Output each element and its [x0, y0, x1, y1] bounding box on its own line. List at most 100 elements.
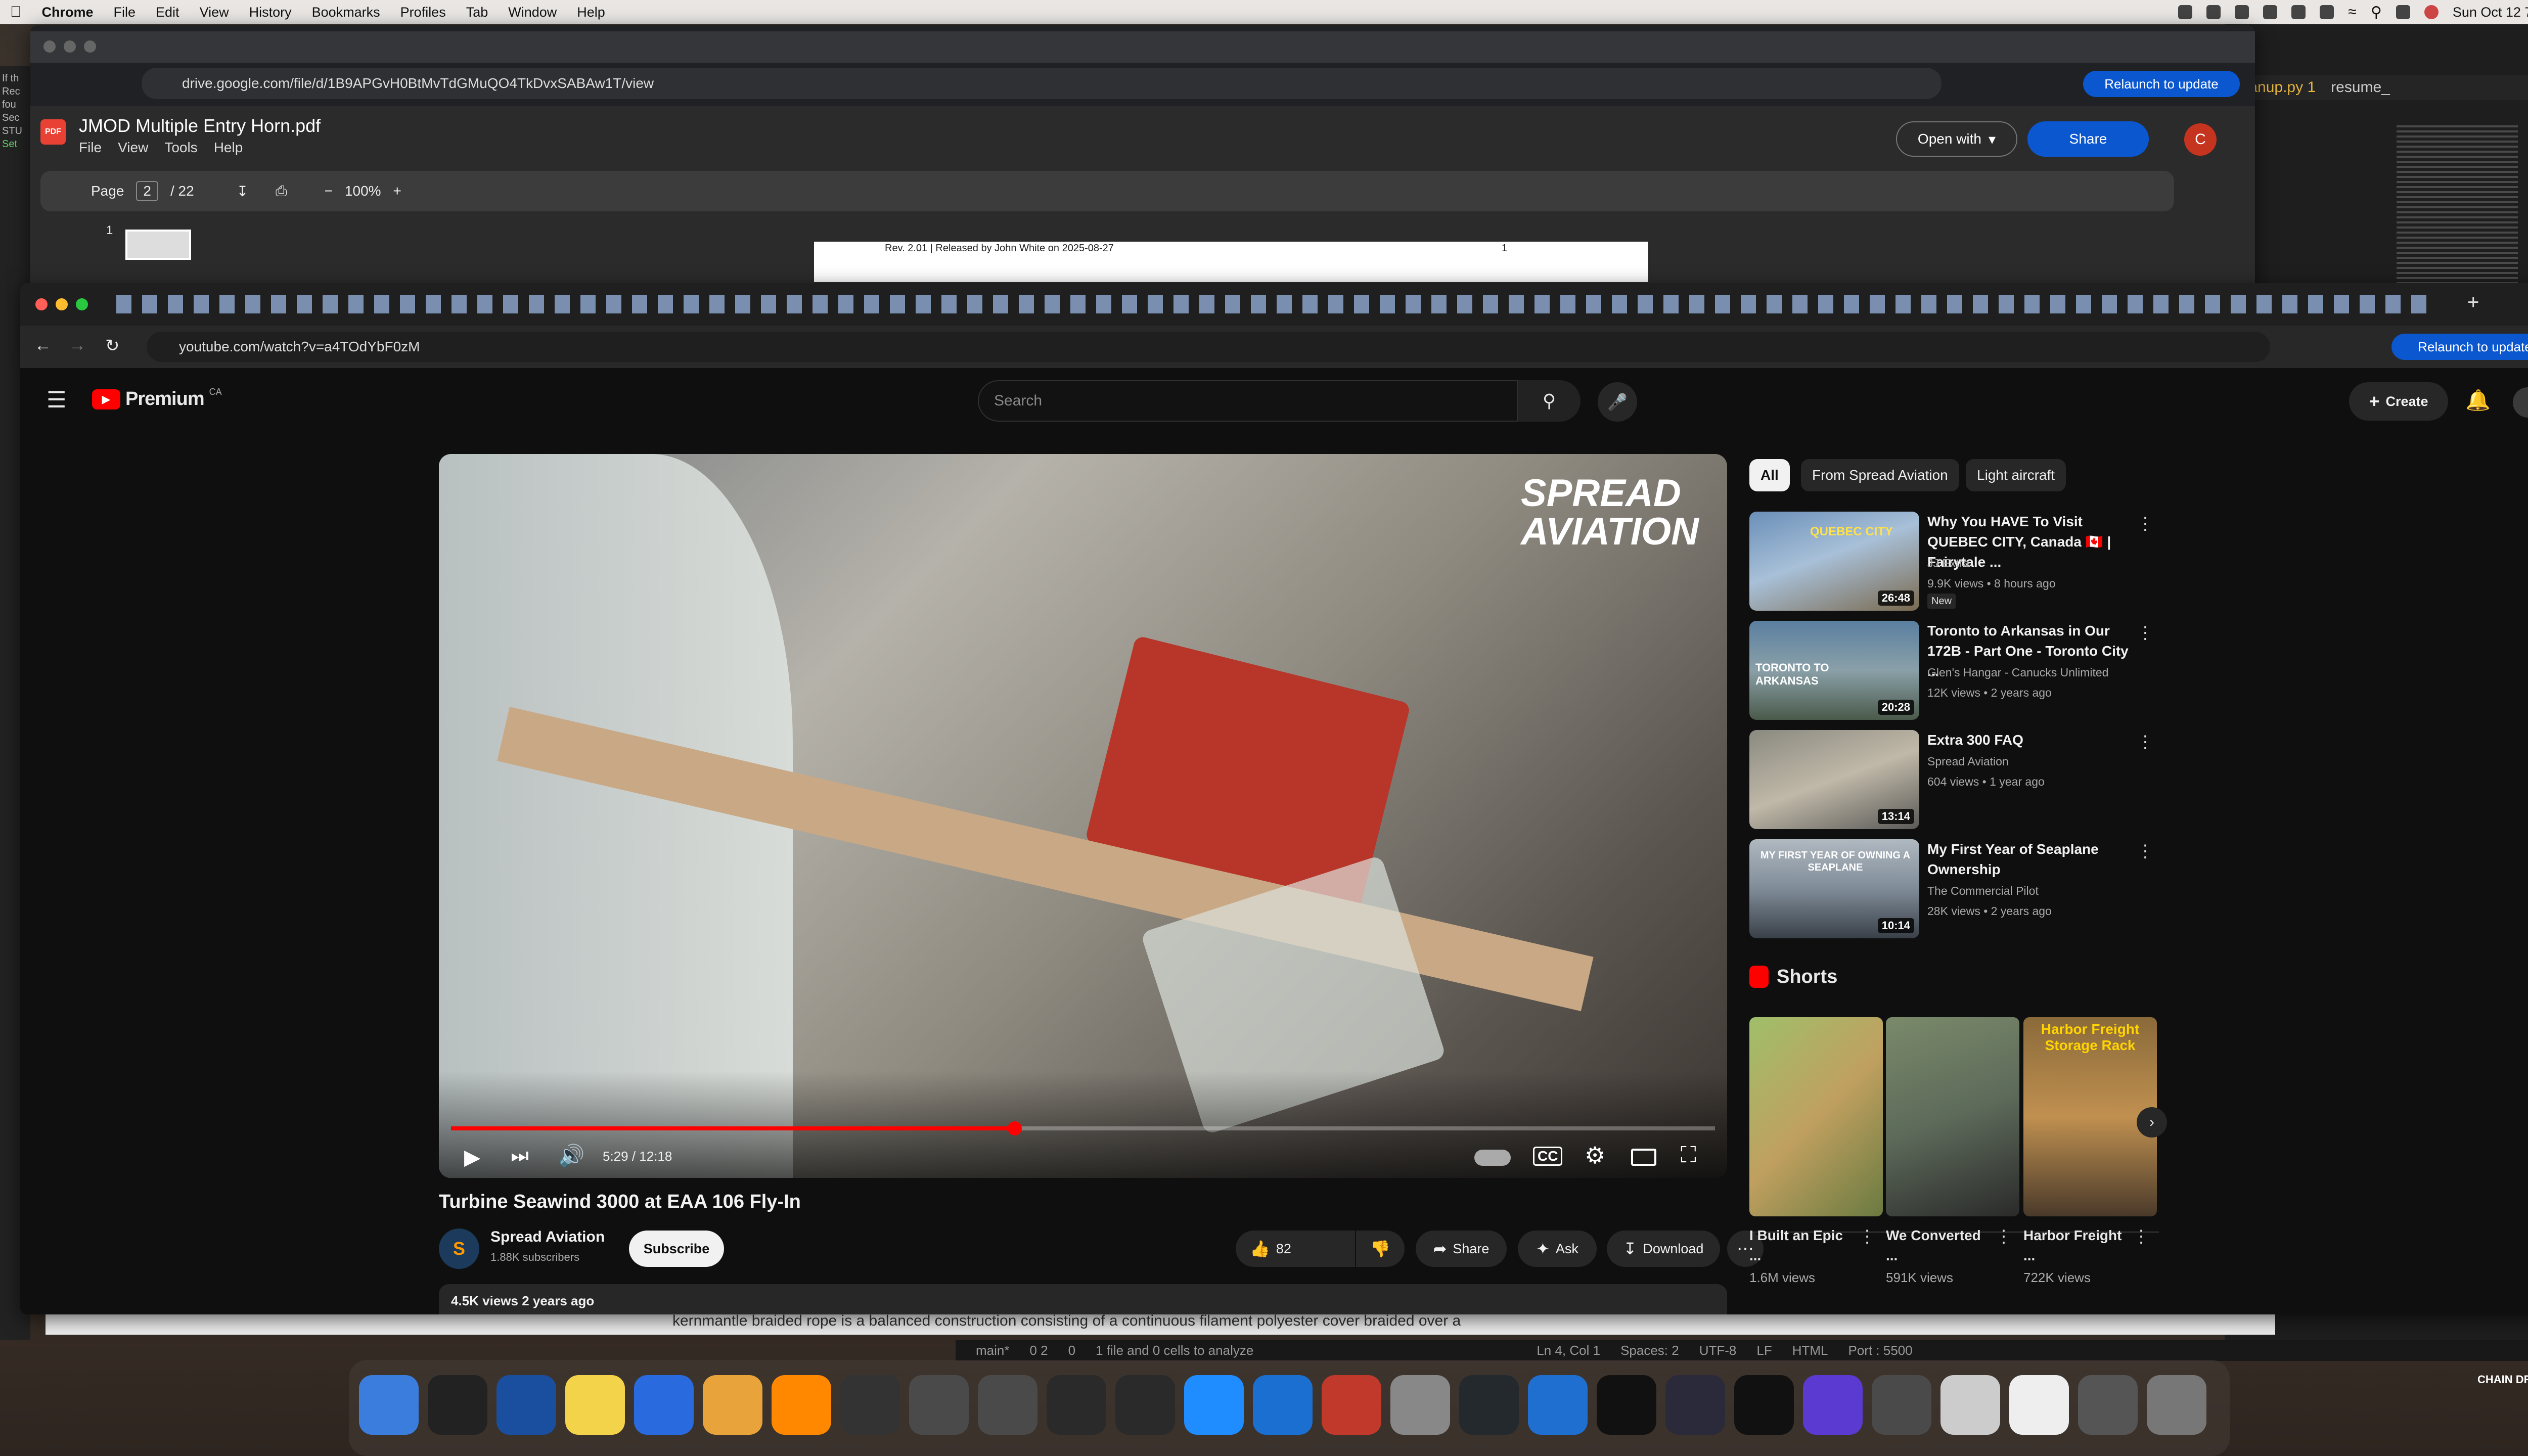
dock-app-icon[interactable] [1047, 1375, 1106, 1435]
menu-edit[interactable]: Edit [146, 5, 190, 20]
video-thumbnail[interactable]: MY FIRST YEAR OF OWNING A SEAPLANE 10:14 [1749, 839, 1919, 938]
search-icon[interactable]: ⚲ [2371, 4, 2382, 21]
channel-name[interactable]: Spread Aviation [490, 1228, 605, 1246]
dock-app-icon[interactable] [1253, 1375, 1313, 1435]
minimize-window-icon[interactable] [56, 298, 68, 310]
zoom-window-icon[interactable] [76, 298, 88, 310]
next-video-icon[interactable]: ⏭ [511, 1145, 529, 1167]
status-problems[interactable]: 0 2 [1029, 1343, 1048, 1358]
menu-view[interactable]: View [190, 5, 239, 20]
account-avatar[interactable] [2513, 387, 2528, 418]
share-button[interactable]: Share [2027, 121, 2149, 157]
video-thumbnail[interactable]: 13:14 [1749, 730, 1919, 829]
dock-app-icon[interactable] [1734, 1375, 1794, 1435]
notifications-bell-icon[interactable]: 🔔 [2465, 388, 2491, 412]
dock-app-icon[interactable] [978, 1375, 1037, 1435]
dock-app-icon[interactable] [1184, 1375, 1244, 1435]
minimize-window-icon[interactable] [64, 40, 76, 53]
dock-app-icon[interactable] [1459, 1375, 1519, 1435]
dock-app-icon[interactable] [1940, 1375, 2000, 1435]
status-icon[interactable] [2206, 5, 2221, 19]
status-spaces[interactable]: Spaces: 2 [1620, 1343, 1679, 1358]
more-vert-icon[interactable]: ⋮ [2133, 1226, 2150, 1247]
share-button[interactable]: ➦ Share [1416, 1231, 1507, 1267]
captions-icon[interactable]: CC [1533, 1147, 1563, 1166]
status-eol[interactable]: LF [1756, 1343, 1772, 1358]
search-button[interactable]: ⚲ [1518, 380, 1581, 422]
menu-bookmarks[interactable]: Bookmarks [302, 5, 390, 20]
dock-app-icon[interactable] [1872, 1375, 1931, 1435]
recommended-video[interactable]: MY FIRST YEAR OF OWNING A SEAPLANE 10:14… [1749, 839, 2159, 945]
menu-history[interactable]: History [239, 5, 302, 20]
battery-icon[interactable] [2320, 5, 2334, 19]
more-vert-icon[interactable]: ⋮ [1859, 1226, 1876, 1247]
short-thumbnail[interactable] [1886, 1017, 2019, 1216]
dock-app-icon[interactable] [2009, 1375, 2069, 1435]
zoom-out-icon[interactable]: − [325, 183, 333, 199]
relaunch-button[interactable]: Relaunch to update [2391, 334, 2528, 360]
dock-app-icon[interactable] [1665, 1375, 1725, 1435]
pdf-menu-file[interactable]: File [79, 140, 102, 156]
pdf-menu-help[interactable]: Help [214, 140, 243, 156]
play-icon[interactable]: ▶ [464, 1145, 480, 1169]
control-center-icon[interactable] [2396, 5, 2410, 19]
short-title[interactable]: We Converted ... [1886, 1225, 1992, 1266]
zoom-in-icon[interactable]: + [393, 183, 401, 199]
more-vert-icon[interactable]: ⋮ [2137, 623, 2154, 643]
video-title[interactable]: Extra 300 FAQ [1927, 730, 2135, 750]
menu-file[interactable]: File [104, 5, 146, 20]
video-channel[interactable]: The Commercial Pilot [1927, 881, 2039, 901]
short-thumbnail[interactable]: Harbor Freight Storage Rack [2023, 1017, 2157, 1216]
dock-app-icon[interactable] [1115, 1375, 1175, 1435]
dock-app-icon[interactable] [1597, 1375, 1656, 1435]
dock-app-icon[interactable] [1322, 1375, 1381, 1435]
dock-app-icon[interactable] [634, 1375, 694, 1435]
relaunch-button[interactable]: Relaunch to update [2083, 71, 2240, 97]
more-vert-icon[interactable]: ⋮ [2137, 732, 2154, 752]
bluetooth-icon[interactable] [2291, 5, 2306, 19]
subscribe-button[interactable]: Subscribe [629, 1231, 724, 1267]
status-icon[interactable] [2178, 5, 2193, 19]
create-button[interactable]: + Create [2349, 382, 2448, 421]
zoom-level[interactable]: 100% [345, 183, 381, 199]
volume-icon[interactable]: 🔊 [558, 1144, 584, 1168]
short-title[interactable]: I Built an Epic ... [1749, 1225, 1856, 1266]
theater-mode-icon[interactable] [1631, 1149, 1656, 1166]
print-icon[interactable]: ⎙ [276, 183, 287, 200]
account-avatar[interactable]: C [2184, 123, 2217, 156]
more-vert-icon[interactable]: ⋮ [1995, 1226, 2012, 1247]
pdf-page-thumbnail[interactable] [125, 230, 191, 260]
hamburger-menu-icon[interactable]: ☰ [47, 387, 66, 413]
menu-window[interactable]: Window [498, 5, 567, 20]
shorts-next-button[interactable]: › [2137, 1107, 2167, 1138]
ask-button[interactable]: ✦ Ask [1518, 1231, 1597, 1267]
open-with-button[interactable]: Open with ▾ [1896, 121, 2017, 157]
short-item[interactable]: I Built an Epic ... 1.6M views ⋮ [1749, 1017, 1883, 1300]
short-title[interactable]: Harbor Freight ... [2023, 1225, 2130, 1266]
dock-app-icon[interactable] [772, 1375, 831, 1435]
new-tab-button[interactable]: + [2467, 291, 2479, 314]
close-window-icon[interactable] [35, 298, 48, 310]
video-player[interactable]: SPREAD AVIATION ▶ ⏭ 🔊 5:29 / 12:18 CC ⚙ … [439, 454, 1727, 1178]
status-port[interactable]: Port : 5500 [1848, 1343, 1913, 1358]
status-position[interactable]: Ln 4, Col 1 [1537, 1343, 1600, 1358]
address-bar[interactable]: drive.google.com/file/d/1B9APGvH0BtMvTdG… [142, 68, 1942, 99]
dock-app-icon[interactable] [2147, 1375, 2206, 1435]
status-language[interactable]: HTML [1792, 1343, 1828, 1358]
dock-app-icon[interactable] [428, 1375, 487, 1435]
status-icon[interactable] [2235, 5, 2249, 19]
status-icon[interactable] [2263, 5, 2278, 19]
recommended-video[interactable]: 13:14 Extra 300 FAQ Spread Aviation 604 … [1749, 730, 2159, 836]
menu-app-name[interactable]: Chrome [32, 5, 104, 20]
search-box[interactable]: Search [978, 380, 1518, 422]
video-thumbnail[interactable]: QUEBEC CITY 26:48 [1749, 512, 1919, 611]
channel-avatar[interactable]: S [439, 1228, 479, 1269]
recommended-video[interactable]: QUEBEC CITY 26:48 Why You HAVE To Visit … [1749, 512, 2159, 618]
dock-app-icon[interactable] [909, 1375, 969, 1435]
url-text[interactable]: drive.google.com/file/d/1B9APGvH0BtMvTdG… [182, 75, 654, 92]
dock-app-icon[interactable] [1528, 1375, 1588, 1435]
address-bar[interactable]: youtube.com/watch?v=a4TOdYbF0zM [147, 332, 2270, 362]
dock-app-icon[interactable] [359, 1375, 419, 1435]
dock-app-icon[interactable] [840, 1375, 900, 1435]
apple-icon[interactable]:  [0, 4, 32, 21]
